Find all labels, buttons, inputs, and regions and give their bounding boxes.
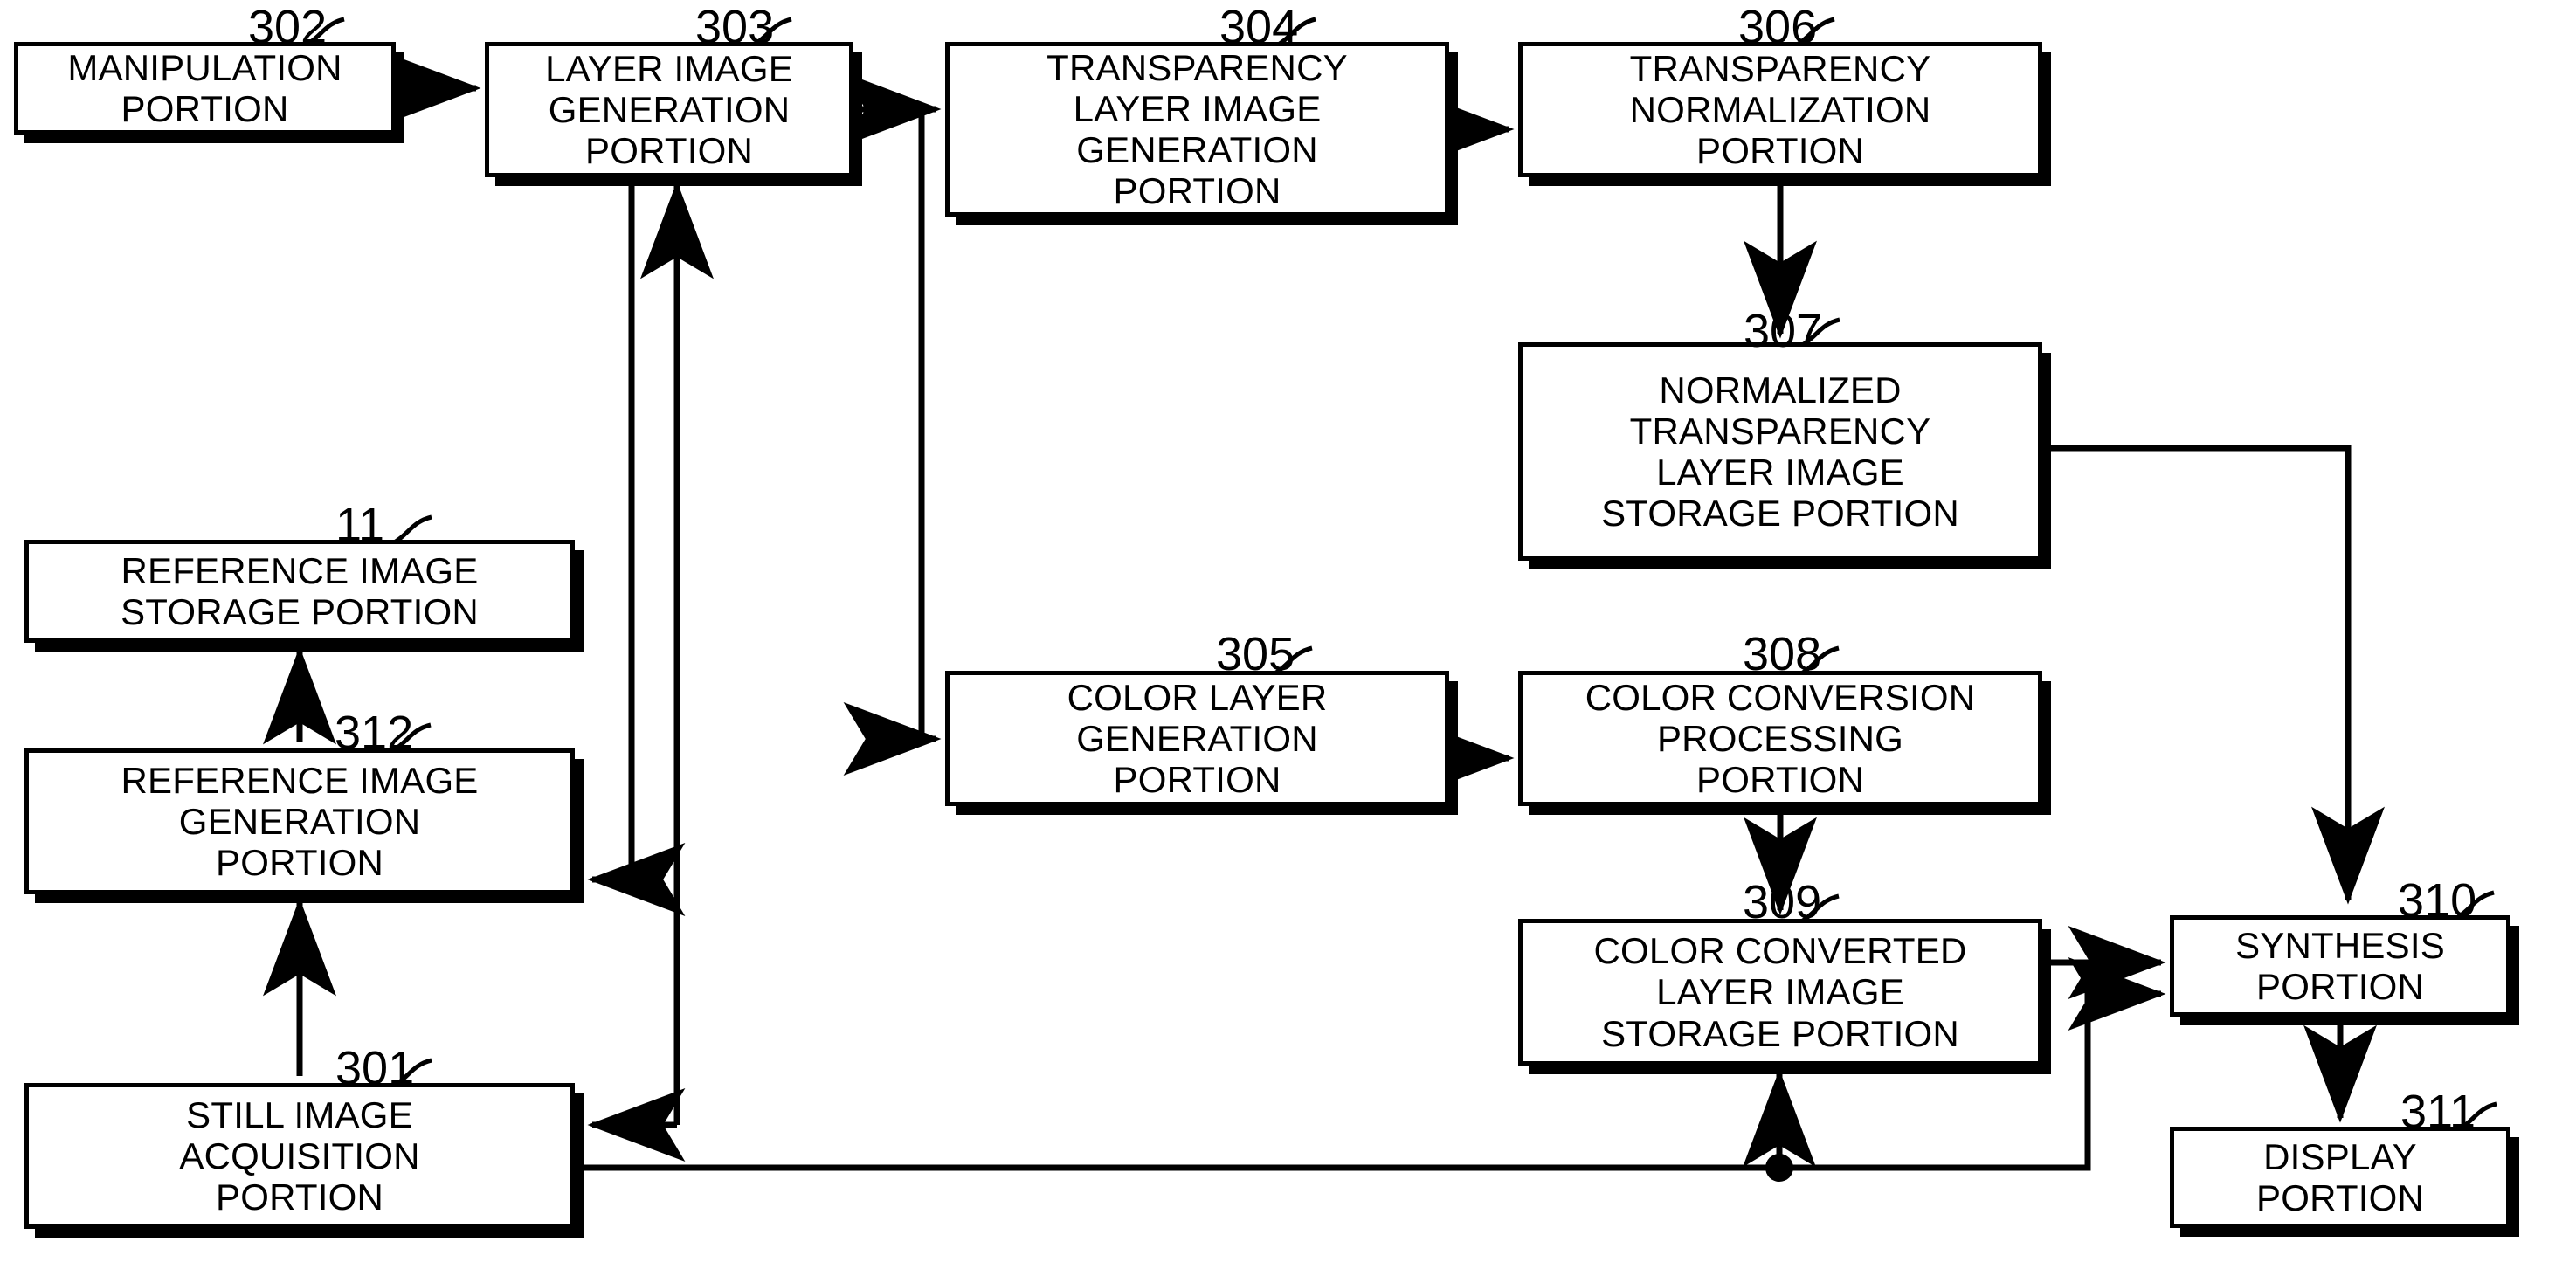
figure-canvas: MANIPULATION PORTION LAYER IMAGE GENERATI… (0, 0, 2576, 1283)
connector-303-312 (587, 177, 686, 916)
block-label-color_layer_generation: COLOR LAYER GENERATION PORTION (1067, 676, 1328, 801)
bus-junction-dot (1765, 1154, 1793, 1182)
block-label-color_converted_layer_image_storage: COLOR CONVERTED LAYER IMAGE STORAGE PORT… (1593, 930, 1967, 1054)
reference-number-309: 309 (1743, 876, 1822, 928)
block-color_conversion_processing: COLOR CONVERSION PROCESSING PORTION (1518, 671, 2042, 806)
reference-number-303: 303 (695, 1, 775, 53)
block-color_converted_layer_image_storage: COLOR CONVERTED LAYER IMAGE STORAGE PORT… (1518, 919, 2042, 1066)
block-label-reference_image_storage: REFERENCE IMAGE STORAGE PORTION (121, 549, 479, 632)
reference-number-11: 11 (335, 499, 385, 551)
reference-number-305: 305 (1216, 628, 1295, 680)
block-label-still_image_acquisition: STILL IMAGE ACQUISITION PORTION (179, 1093, 420, 1218)
reference-number-302: 302 (248, 1, 328, 53)
reference-number-304: 304 (1219, 1, 1299, 53)
reference-number-307: 307 (1744, 305, 1823, 357)
block-transparency_layer_image_generation: TRANSPARENCY LAYER IMAGE GENERATION PORT… (945, 42, 1449, 217)
block-color_layer_generation: COLOR LAYER GENERATION PORTION (945, 671, 1449, 806)
reference-number-310: 310 (2398, 874, 2477, 927)
block-transparency_normalization: TRANSPARENCY NORMALIZATION PORTION (1518, 42, 2042, 177)
reference-number-311: 311 (2400, 1086, 2476, 1138)
block-label-manipulation: MANIPULATION PORTION (67, 46, 342, 129)
block-label-normalized_transparency_storage: NORMALIZED TRANSPARENCY LAYER IMAGE STOR… (1601, 369, 1959, 535)
connector-307-310 (2049, 445, 2385, 905)
block-label-synthesis: SYNTHESIS PORTION (2235, 924, 2445, 1007)
reference-number-312: 312 (335, 707, 414, 759)
reference-number-301: 301 (335, 1042, 415, 1094)
reference-number-308: 308 (1743, 628, 1822, 680)
block-label-transparency_layer_image_generation: TRANSPARENCY LAYER IMAGE GENERATION PORT… (1046, 46, 1348, 212)
block-reference_image_storage: REFERENCE IMAGE STORAGE PORTION (24, 540, 575, 643)
block-reference_image_generation: REFERENCE IMAGE GENERATION PORTION (24, 748, 575, 894)
block-layer_image_generation: LAYER IMAGE GENERATION PORTION (485, 42, 853, 177)
reference-number-306: 306 (1738, 1, 1818, 53)
block-manipulation: MANIPULATION PORTION (14, 42, 396, 135)
block-label-layer_image_generation: LAYER IMAGE GENERATION PORTION (545, 47, 793, 172)
block-synthesis: SYNTHESIS PORTION (2170, 915, 2510, 1017)
block-still_image_acquisition: STILL IMAGE ACQUISITION PORTION (24, 1083, 575, 1229)
connector-303-branch-trunk (860, 106, 925, 739)
block-label-color_conversion_processing: COLOR CONVERSION PROCESSING PORTION (1585, 676, 1976, 801)
block-display: DISPLAY PORTION (2170, 1127, 2510, 1228)
block-label-reference_image_generation: REFERENCE IMAGE GENERATION PORTION (121, 759, 479, 884)
block-label-transparency_normalization: TRANSPARENCY NORMALIZATION PORTION (1629, 47, 1931, 172)
block-label-display: DISPLAY PORTION (2256, 1135, 2424, 1218)
block-normalized_transparency_storage: NORMALIZED TRANSPARENCY LAYER IMAGE STOR… (1518, 342, 2042, 561)
